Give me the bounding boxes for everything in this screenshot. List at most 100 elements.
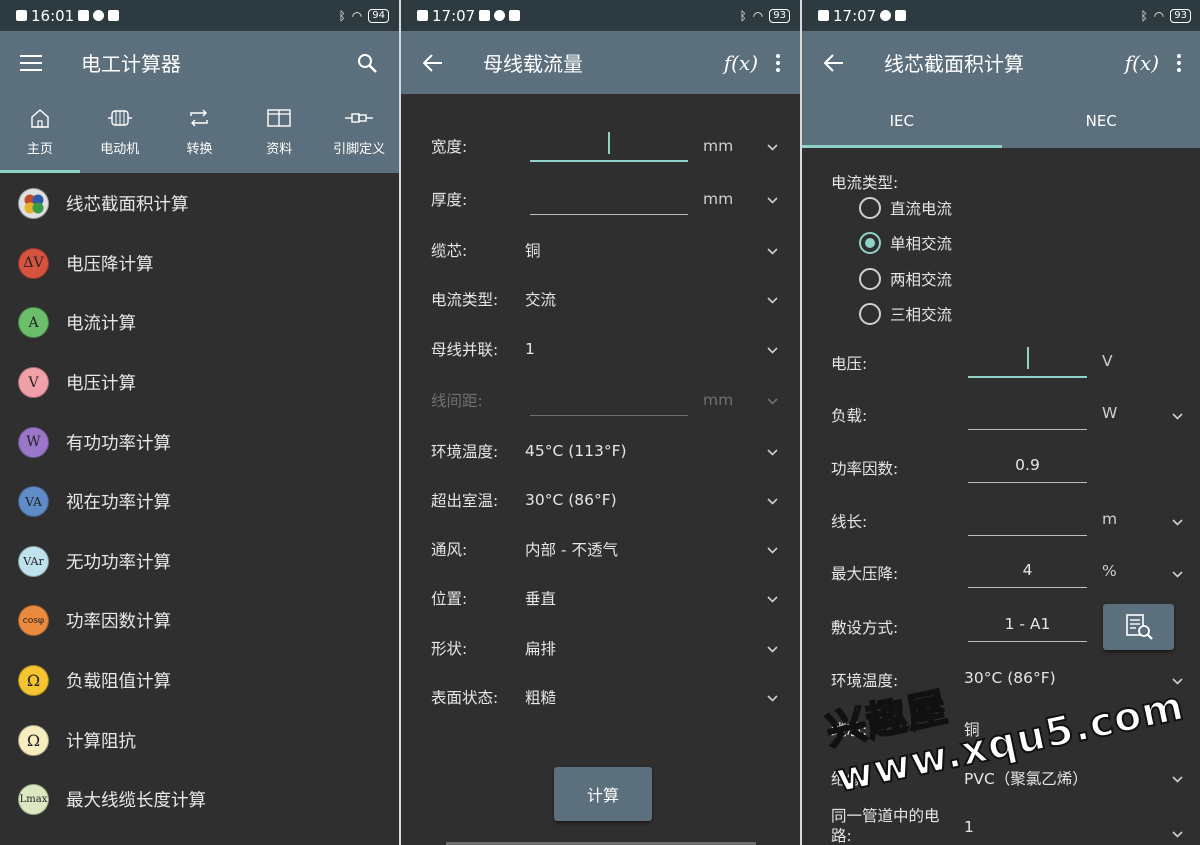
- tab-label: 转换: [186, 142, 213, 157]
- formula-button[interactable]: f(x): [1125, 51, 1159, 75]
- app-notification-icon: [479, 10, 491, 21]
- power-factor-input[interactable]: 0.9: [968, 447, 1087, 483]
- radio-circle: [859, 303, 881, 325]
- formula-button[interactable]: f(x): [724, 51, 758, 75]
- temp-rise-select[interactable]: 超出室温: 30°C (86°F): [401, 480, 800, 520]
- field-label: 母线并联:: [431, 341, 499, 359]
- list-item-active-power[interactable]: W 有功功率计算: [0, 412, 399, 472]
- list-item-max-cable-length[interactable]: Lmax 最大线缆长度计算: [0, 770, 399, 830]
- ventilation-select[interactable]: 通风: 内部 - 不透气: [401, 529, 800, 569]
- list-item-current[interactable]: A 电流计算: [0, 293, 399, 353]
- list-item-voltage[interactable]: V 电压计算: [0, 353, 399, 413]
- more-options-icon[interactable]: [1159, 43, 1199, 83]
- chevron-down-icon[interactable]: [1172, 824, 1183, 842]
- ambient-temp-select[interactable]: 环境温度: 45°C (113°F): [401, 431, 800, 471]
- shape-select[interactable]: 形状: 扁排: [401, 628, 800, 668]
- tab-nec[interactable]: NEC: [1002, 94, 1200, 148]
- tab-iec[interactable]: IEC: [802, 94, 1002, 148]
- chevron-down-icon[interactable]: [767, 241, 778, 259]
- status-time: 16:01: [31, 6, 75, 25]
- tab-home[interactable]: 主页: [0, 94, 80, 173]
- list-item-cross-section[interactable]: 线芯截面积计算: [0, 174, 399, 234]
- list-item-voltage-drop[interactable]: ΔV 电压降计算: [0, 234, 399, 294]
- width-input[interactable]: [530, 160, 688, 162]
- field-label: 超出室温:: [431, 492, 499, 510]
- load-input[interactable]: [968, 394, 1087, 430]
- list-item-load-resistance[interactable]: Ω 负载阻值计算: [0, 651, 399, 711]
- list-item-apparent-power[interactable]: VA 视在功率计算: [0, 472, 399, 532]
- status-bar: 16:01 ᛒ ◠ 94: [0, 0, 399, 31]
- chevron-down-icon[interactable]: [767, 190, 778, 208]
- page-title: 电工计算器: [81, 52, 181, 76]
- bluetooth-icon: ᛒ: [739, 8, 747, 23]
- chevron-down-icon[interactable]: [767, 589, 778, 607]
- chevron-down-icon[interactable]: [767, 340, 778, 358]
- max-drop-input[interactable]: 4: [968, 552, 1087, 588]
- field-value: 45°C (113°F): [525, 442, 627, 460]
- list-item-label: 电压计算: [66, 374, 136, 395]
- radio-dc[interactable]: 直流电流: [859, 197, 952, 219]
- radio-label: 两相交流: [890, 271, 953, 289]
- tab-convert[interactable]: 转换: [160, 94, 240, 173]
- field-label: 宽度:: [431, 138, 468, 156]
- chevron-down-icon[interactable]: [1172, 769, 1183, 787]
- field-label: 厚度:: [431, 191, 468, 209]
- wifi-icon: ◠: [351, 8, 363, 23]
- surface-select[interactable]: 表面状态: 粗糙: [401, 677, 800, 717]
- back-arrow-icon[interactable]: [413, 43, 453, 83]
- radio-label: 单相交流: [890, 235, 953, 253]
- position-select[interactable]: 位置: 垂直: [401, 578, 800, 618]
- calculate-button[interactable]: 计算: [554, 767, 652, 821]
- field-label: 通风:: [431, 541, 468, 559]
- menu-icon[interactable]: [11, 43, 51, 83]
- chevron-down-icon[interactable]: [767, 442, 778, 460]
- tab-pinout[interactable]: 引脚定义: [319, 94, 399, 173]
- voltage-input[interactable]: [968, 342, 1087, 378]
- convert-icon: [190, 109, 209, 127]
- chevron-down-icon[interactable]: [1172, 512, 1183, 530]
- status-time: 17:07: [432, 6, 476, 25]
- app-bar: 线芯截面积计算 f(x): [802, 31, 1200, 94]
- list-item-reactive-power[interactable]: VAr 无功功率计算: [0, 532, 399, 592]
- more-options-icon[interactable]: [758, 43, 798, 83]
- list-item-label: 电压降计算: [66, 254, 154, 275]
- radio-circle: [859, 268, 881, 290]
- current-type-select[interactable]: 电流类型: 交流: [401, 279, 800, 319]
- radio-single-phase[interactable]: 单相交流: [859, 232, 952, 254]
- field-label: 位置:: [431, 590, 468, 608]
- circuits-row[interactable]: 同一管道中的电路: 1: [802, 800, 1200, 845]
- power-factor-row: 功率因数: 0.9: [802, 447, 1200, 487]
- tab-motor[interactable]: 电动机: [80, 94, 160, 173]
- back-arrow-icon[interactable]: [814, 43, 854, 83]
- chevron-down-icon[interactable]: [767, 688, 778, 706]
- thickness-field[interactable]: 厚度: mm: [401, 179, 800, 219]
- thickness-input[interactable]: [530, 214, 688, 215]
- list-item-power-factor[interactable]: cosφ 功率因数计算: [0, 591, 399, 651]
- core-select[interactable]: 缆芯: 铜: [401, 230, 800, 270]
- cos-phi-icon: cosφ: [18, 605, 49, 637]
- chevron-down-icon[interactable]: [767, 491, 778, 509]
- chevron-down-icon[interactable]: [767, 290, 778, 308]
- chevron-down-icon[interactable]: [1172, 564, 1183, 582]
- tab-label: 引脚定义: [333, 142, 386, 157]
- battery-icon: 94: [368, 8, 389, 23]
- search-icon[interactable]: [347, 43, 387, 83]
- chevron-down-icon[interactable]: [1172, 406, 1183, 424]
- notification-icon: [417, 10, 428, 21]
- app-bar: 电工计算器: [0, 31, 399, 94]
- unit-label: mm: [703, 190, 734, 208]
- app-bar: 母线载流量 f(x): [401, 31, 800, 94]
- installation-input[interactable]: 1 - A1: [968, 606, 1087, 642]
- length-input[interactable]: [968, 500, 1087, 536]
- chevron-down-icon[interactable]: [767, 137, 778, 155]
- width-field[interactable]: 宽度: mm: [401, 126, 800, 166]
- chevron-down-icon[interactable]: [767, 639, 778, 657]
- list-item-impedance[interactable]: Ω 计算阻抗: [0, 710, 399, 770]
- parallel-bars-select[interactable]: 母线并联: 1: [401, 329, 800, 369]
- chevron-down-icon[interactable]: [767, 540, 778, 558]
- radio-three-phase[interactable]: 三相交流: [859, 303, 952, 325]
- voltage-row: 电压: V: [802, 342, 1200, 382]
- field-label: 功率因数:: [831, 460, 899, 478]
- radio-two-phase[interactable]: 两相交流: [859, 268, 952, 290]
- tab-reference[interactable]: 资料: [239, 94, 319, 173]
